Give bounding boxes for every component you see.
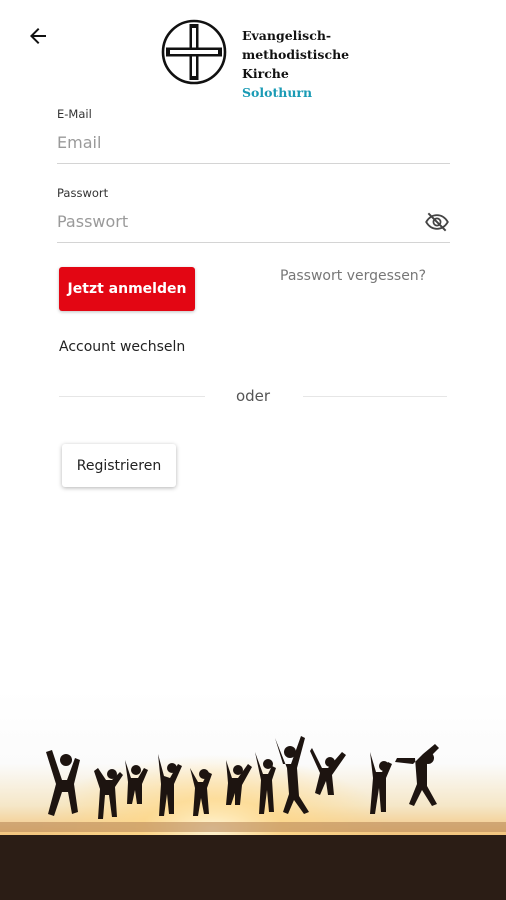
email-input[interactable]: [57, 132, 387, 160]
divider-right: [303, 396, 447, 397]
logo-city: Solothurn: [242, 85, 313, 100]
email-field-group: E-Mail: [57, 107, 450, 164]
email-label: E-Mail: [57, 107, 92, 121]
forgot-password-link[interactable]: Passwort vergessen?: [280, 268, 426, 284]
password-input[interactable]: [57, 211, 387, 239]
church-logo: Evangelisch- methodistische Kirche Solot…: [160, 18, 349, 100]
logo-text: Evangelisch- methodistische Kirche Solot…: [242, 26, 349, 102]
password-label: Passwort: [57, 186, 109, 200]
eye-off-icon[interactable]: [424, 209, 450, 235]
silhouette-illustration: [0, 690, 506, 900]
logo-line-1: Evangelisch-: [242, 28, 332, 43]
password-input-row: [57, 208, 450, 243]
email-input-row: [57, 129, 450, 164]
back-button[interactable]: [22, 20, 54, 52]
register-button[interactable]: Registrieren: [62, 444, 176, 487]
switch-account-link[interactable]: Account wechseln: [59, 339, 185, 355]
password-field-group: Passwort: [57, 186, 450, 243]
jumping-people-image: [0, 690, 506, 900]
logo-line-3: Kirche: [242, 66, 289, 81]
cross-logo-icon: [161, 19, 227, 85]
logo-line-2: methodistische: [242, 47, 350, 62]
arrow-left-icon: [30, 28, 46, 44]
login-button[interactable]: Jetzt anmelden: [59, 267, 195, 311]
